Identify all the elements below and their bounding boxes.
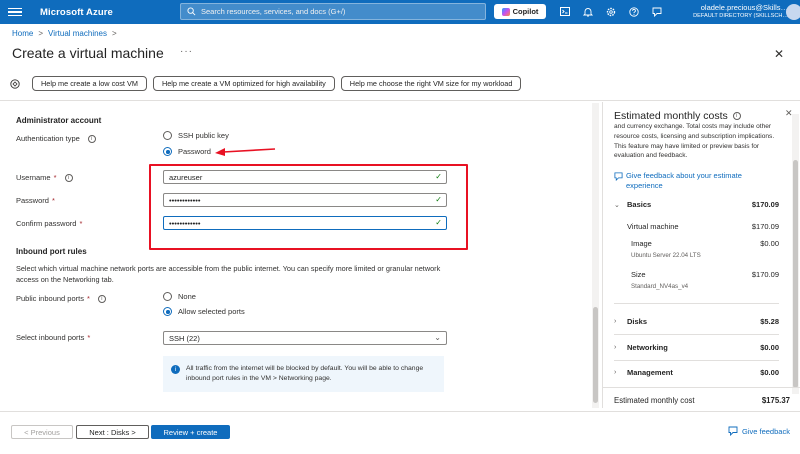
- public-inbound-label: Public inbound ports * i: [16, 294, 106, 303]
- page-title: Create a virtual machine: [12, 45, 164, 61]
- search-placeholder: Search resources, services, and docs (G+…: [201, 7, 346, 16]
- management-row[interactable]: › Management $0.00: [614, 368, 779, 377]
- feedback-icon: [614, 172, 623, 181]
- copilot-label: Copilot: [512, 7, 539, 16]
- cloud-shell-icon[interactable]: [557, 4, 572, 19]
- password-label: Password *: [16, 196, 55, 205]
- estimated-costs-panel: Estimated monthly costs i ✕ and currency…: [602, 102, 800, 408]
- brand-link[interactable]: Microsoft Azure: [40, 7, 113, 18]
- costs-feedback-link[interactable]: Give feedback about your estimate experi…: [614, 171, 779, 191]
- username-label: Username * i: [16, 173, 73, 182]
- help-vm-size-button[interactable]: Help me choose the right VM size for my …: [340, 76, 522, 91]
- inbound-info-message: i All traffic from the internet will be …: [163, 356, 444, 392]
- radio-unselected-icon: [163, 292, 172, 301]
- size-cost-row: Size $170.09: [631, 270, 779, 279]
- top-bar: Microsoft Azure Search resources, servic…: [0, 0, 800, 24]
- admin-account-heading: Administrator account: [16, 116, 102, 125]
- chevron-down-icon: ⌄: [434, 333, 441, 342]
- breadcrumb-virtual-machines[interactable]: Virtual machines: [48, 29, 107, 38]
- copilot-suggestion-icon: [10, 78, 20, 89]
- copilot-button[interactable]: Copilot: [494, 4, 546, 19]
- auth-ssh-radio[interactable]: SSH public key: [163, 131, 229, 140]
- avatar[interactable]: [786, 4, 800, 20]
- info-icon[interactable]: i: [64, 173, 73, 182]
- search-icon: [187, 7, 196, 16]
- breadcrumb-separator: >: [38, 29, 44, 38]
- footer-divider: [0, 411, 800, 412]
- chevron-right-icon: ›: [614, 344, 617, 351]
- public-allow-radio[interactable]: Allow selected ports: [163, 307, 245, 316]
- image-cost-row: Image $0.00: [631, 239, 779, 248]
- main-scrollbar[interactable]: [592, 103, 599, 408]
- breadcrumb-separator: >: [112, 29, 117, 38]
- panel-scrollbar[interactable]: [792, 114, 799, 394]
- more-options-icon[interactable]: ···: [180, 46, 193, 57]
- radio-selected-icon: [163, 307, 172, 316]
- radio-unselected-icon: [163, 131, 172, 140]
- chevron-right-icon: ›: [614, 369, 617, 376]
- info-icon[interactable]: i: [87, 134, 96, 143]
- inbound-rules-heading: Inbound port rules: [16, 247, 87, 256]
- public-allow-label: Allow selected ports: [178, 307, 245, 316]
- chevron-down-icon: ⌄: [614, 201, 620, 209]
- annotation-arrow: [215, 148, 276, 156]
- give-feedback-link[interactable]: Give feedback: [728, 426, 790, 436]
- gear-icon[interactable]: [603, 4, 618, 19]
- basics-row[interactable]: ⌄ Basics $170.09: [614, 200, 779, 209]
- global-search-input[interactable]: Search resources, services, and docs (G+…: [180, 3, 486, 20]
- account-menu[interactable]: oladele.precious@Skills… DEFAULT DIRECTO…: [683, 3, 788, 19]
- size-name: Standard_NV4as_v4: [631, 283, 689, 290]
- feedback-icon[interactable]: [649, 4, 664, 19]
- public-none-radio[interactable]: None: [163, 292, 196, 301]
- chevron-right-icon: ›: [614, 318, 617, 325]
- menu-icon[interactable]: [8, 8, 22, 16]
- total-cost-row: Estimated monthly cost $175.37: [614, 396, 790, 405]
- auth-password-label: Password: [178, 147, 211, 156]
- costs-disclaimer: and currency exchange. Total costs may i…: [614, 123, 775, 160]
- info-icon[interactable]: i: [97, 294, 106, 303]
- vm-cost-row: Virtual machine $170.09: [627, 222, 779, 231]
- help-low-cost-vm-button[interactable]: Help me create a low cost VM: [32, 76, 147, 91]
- auth-ssh-label: SSH public key: [178, 131, 229, 140]
- previous-button[interactable]: < Previous: [11, 425, 73, 439]
- select-inbound-ports-dropdown[interactable]: SSH (22) ⌄: [163, 331, 447, 345]
- account-directory: DEFAULT DIRECTORY (SKILLSCH…: [693, 13, 788, 19]
- help-icon[interactable]: [626, 4, 641, 19]
- public-none-label: None: [178, 292, 196, 301]
- info-icon[interactable]: i: [732, 112, 741, 120]
- feedback-icon: [728, 426, 738, 436]
- info-icon: i: [171, 365, 180, 374]
- account-user: oladele.precious@Skills…: [700, 3, 788, 12]
- annotation-highlight-box: [149, 164, 468, 250]
- divider: [0, 100, 800, 101]
- inbound-rules-description: Select which virtual machine network por…: [16, 264, 441, 284]
- auth-password-radio[interactable]: Password: [163, 147, 211, 156]
- disks-row[interactable]: › Disks $5.28: [614, 317, 779, 326]
- bell-icon[interactable]: [580, 4, 595, 19]
- costs-title: Estimated monthly costs i: [614, 110, 741, 122]
- networking-row[interactable]: › Networking $0.00: [614, 343, 779, 352]
- breadcrumb-home[interactable]: Home: [12, 29, 33, 38]
- copilot-icon: [501, 7, 510, 16]
- select-inbound-label: Select inbound ports *: [16, 333, 91, 342]
- next-disks-button[interactable]: Next : Disks >: [76, 425, 149, 439]
- auth-type-label: Authentication type i: [16, 134, 96, 143]
- review-create-button[interactable]: Review + create: [151, 425, 230, 439]
- image-name: Ubuntu Server 22.04 LTS: [631, 252, 701, 259]
- close-icon[interactable]: ✕: [774, 47, 784, 61]
- radio-selected-icon: [163, 147, 172, 156]
- help-high-availability-button[interactable]: Help me create a VM optimized for high a…: [152, 76, 335, 91]
- confirm-password-label: Confirm password *: [16, 219, 83, 228]
- breadcrumb: Home > Virtual machines >: [12, 29, 117, 38]
